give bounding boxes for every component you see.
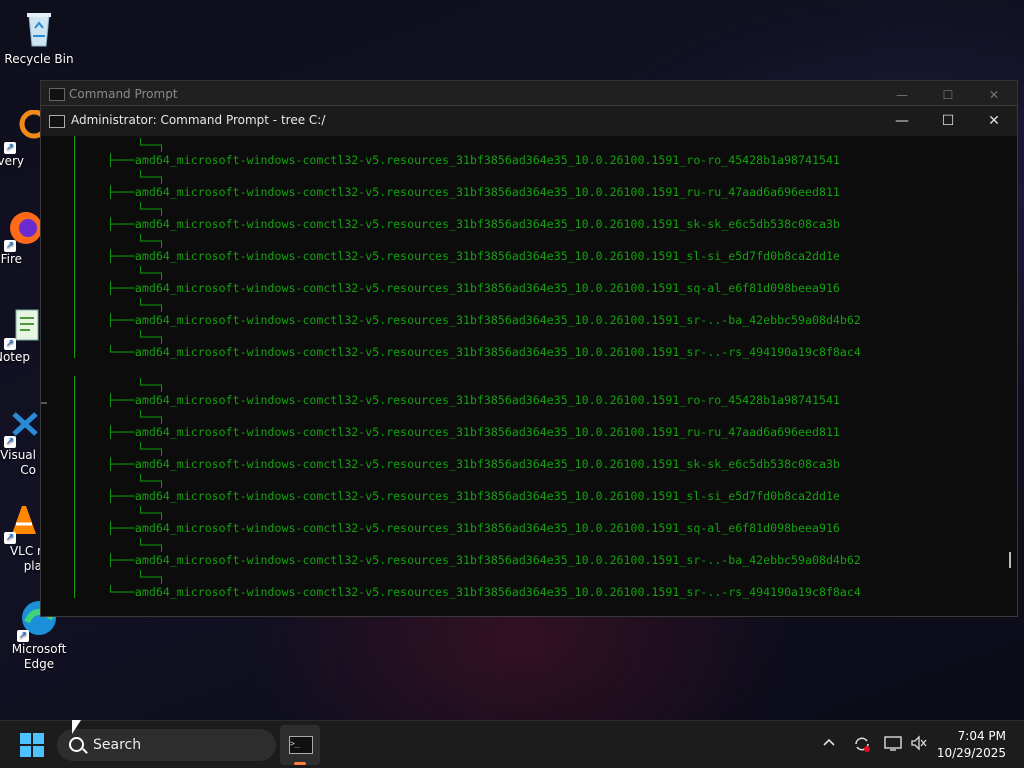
taskbar: Search >_ 7:04 PM 10/29/2025: [0, 720, 1024, 768]
tree-branch: └──┐: [137, 474, 165, 488]
scroll-marker: [41, 402, 47, 404]
close-button[interactable]: ✕: [971, 106, 1017, 136]
cmd-window-icon: [49, 88, 65, 101]
tree-row: └───amd64_microsoft-windows-comctl32-v5.…: [107, 344, 861, 360]
tree-prefix: ├───: [107, 489, 135, 503]
tree-prefix: ├───: [107, 425, 135, 439]
tree-branch: └──┐: [137, 570, 165, 584]
tree-prefix: ├───: [107, 153, 135, 167]
tree-vertical-line: [74, 136, 75, 358]
windows-logo-icon: [20, 733, 31, 744]
tree-entry: amd64_microsoft-windows-comctl32-v5.reso…: [134, 457, 840, 471]
desktop-icon-recycle-bin[interactable]: Recycle Bin: [1, 8, 77, 67]
tree-branch: └──┐: [137, 442, 165, 456]
tree-branch: └──┐: [137, 138, 165, 152]
tree-row: ├───amd64_microsoft-windows-comctl32-v5.…: [107, 488, 840, 504]
shortcut-arrow-icon: ↗: [17, 630, 29, 642]
tree-row: ├───amd64_microsoft-windows-comctl32-v5.…: [107, 248, 840, 264]
tree-prefix: ├───: [107, 393, 135, 407]
tree-entry: amd64_microsoft-windows-comctl32-v5.reso…: [134, 281, 840, 295]
tree-row: ├───amd64_microsoft-windows-comctl32-v5.…: [107, 520, 840, 536]
active-app-indicator: [294, 762, 306, 765]
tree-branch: └──┐: [137, 170, 165, 184]
window-title: Administrator: Command Prompt - tree C:/: [71, 113, 326, 127]
minimize-button[interactable]: —: [879, 106, 925, 136]
scrollbar-thumb[interactable]: [1009, 552, 1011, 568]
volume-muted-icon[interactable]: [910, 735, 928, 755]
tree-entry: amd64_microsoft-windows-comctl32-v5.reso…: [134, 585, 861, 599]
tree-prefix: ├───: [107, 249, 135, 263]
tree-branch: └──┐: [137, 538, 165, 552]
tree-vertical-line: [74, 376, 75, 598]
tree-row: └───amd64_microsoft-windows-comctl32-v5.…: [107, 584, 861, 600]
tree-entry: amd64_microsoft-windows-comctl32-v5.reso…: [134, 185, 840, 199]
window-titlebar[interactable]: Administrator: Command Prompt - tree C:/…: [41, 106, 1017, 136]
tree-branch: └──┐: [137, 506, 165, 520]
tree-prefix: ├───: [107, 313, 135, 327]
tree-branch: └──┐: [137, 266, 165, 280]
cmd-window-icon: [49, 115, 65, 128]
tree-branch: └──┐: [137, 202, 165, 216]
taskbar-command-prompt-button[interactable]: >_: [280, 725, 320, 765]
search-placeholder: Search: [93, 737, 142, 753]
shortcut-arrow-icon: ↗: [4, 142, 16, 154]
shortcut-arrow-icon: ↗: [4, 436, 16, 448]
recycle-bin-icon: [19, 8, 59, 48]
clock-time: 7:04 PM: [957, 729, 1006, 743]
tree-branch: └──┐: [137, 298, 165, 312]
tree-row: ├───amd64_microsoft-windows-comctl32-v5.…: [107, 552, 861, 568]
desktop-icon-label: Microsoft Edge: [11, 642, 67, 671]
tree-row: ├───amd64_microsoft-windows-comctl32-v5.…: [107, 280, 840, 296]
network-icon[interactable]: [884, 735, 902, 755]
tree-entry: amd64_microsoft-windows-comctl32-v5.reso…: [134, 489, 840, 503]
tree-prefix: └───: [107, 585, 135, 599]
tree-entry: amd64_microsoft-windows-comctl32-v5.reso…: [134, 553, 861, 567]
tree-row: ├───amd64_microsoft-windows-comctl32-v5.…: [107, 312, 861, 328]
tree-row: ├───amd64_microsoft-windows-comctl32-v5.…: [107, 456, 840, 472]
tree-entry: amd64_microsoft-windows-comctl32-v5.reso…: [134, 153, 840, 167]
start-button[interactable]: [20, 733, 44, 757]
tree-entry: amd64_microsoft-windows-comctl32-v5.reso…: [134, 313, 861, 327]
tree-prefix: ├───: [107, 185, 135, 199]
maximize-button[interactable]: ☐: [925, 106, 971, 136]
tree-entry: amd64_microsoft-windows-comctl32-v5.reso…: [134, 217, 840, 231]
tree-entry: amd64_microsoft-windows-comctl32-v5.reso…: [134, 393, 840, 407]
taskbar-search-box[interactable]: Search: [57, 729, 276, 761]
search-icon: [69, 737, 84, 752]
clock-date: 10/29/2025: [936, 746, 1006, 760]
tree-branch: └──┐: [137, 378, 165, 392]
tree-prefix: ├───: [107, 281, 135, 295]
tree-prefix: └───: [107, 345, 135, 359]
tree-row: ├───amd64_microsoft-windows-comctl32-v5.…: [107, 152, 840, 168]
shortcut-arrow-icon: ↗: [4, 338, 16, 350]
tree-branch: └──┐: [137, 330, 165, 344]
shortcut-arrow-icon: ↗: [4, 240, 16, 252]
tree-entry: amd64_microsoft-windows-comctl32-v5.reso…: [134, 521, 840, 535]
sync-icon[interactable]: [852, 735, 872, 757]
tree-entry: amd64_microsoft-windows-comctl32-v5.reso…: [134, 425, 840, 439]
tree-branch: └──┐: [137, 234, 165, 248]
tree-row: ├───amd64_microsoft-windows-comctl32-v5.…: [107, 392, 840, 408]
mouse-cursor: [72, 720, 81, 734]
tree-prefix: ├───: [107, 553, 135, 567]
taskbar-clock[interactable]: 7:04 PM 10/29/2025: [937, 728, 1006, 762]
background-window-title: Command Prompt: [69, 87, 178, 101]
tree-entry: amd64_microsoft-windows-comctl32-v5.reso…: [134, 345, 861, 359]
desktop-icon-label: Recycle Bin: [4, 52, 74, 66]
admin-command-prompt-window[interactable]: Administrator: Command Prompt - tree C:/…: [40, 105, 1018, 617]
tree-prefix: ├───: [107, 457, 135, 471]
chevron-up-icon[interactable]: [822, 735, 836, 753]
cmd-icon: >_: [289, 736, 313, 754]
tree-row: ├───amd64_microsoft-windows-comctl32-v5.…: [107, 216, 840, 232]
tree-row: ├───amd64_microsoft-windows-comctl32-v5.…: [107, 424, 840, 440]
console-output[interactable]: └──┐ ├───amd64_microsoft-windows-comctl3…: [41, 136, 1001, 614]
tree-prefix: ├───: [107, 521, 135, 535]
tree-entry: amd64_microsoft-windows-comctl32-v5.reso…: [134, 249, 840, 263]
tree-row: ├───amd64_microsoft-windows-comctl32-v5.…: [107, 184, 840, 200]
tree-prefix: ├───: [107, 217, 135, 231]
tree-branch: └──┐: [137, 410, 165, 424]
shortcut-arrow-icon: ↗: [4, 532, 16, 544]
